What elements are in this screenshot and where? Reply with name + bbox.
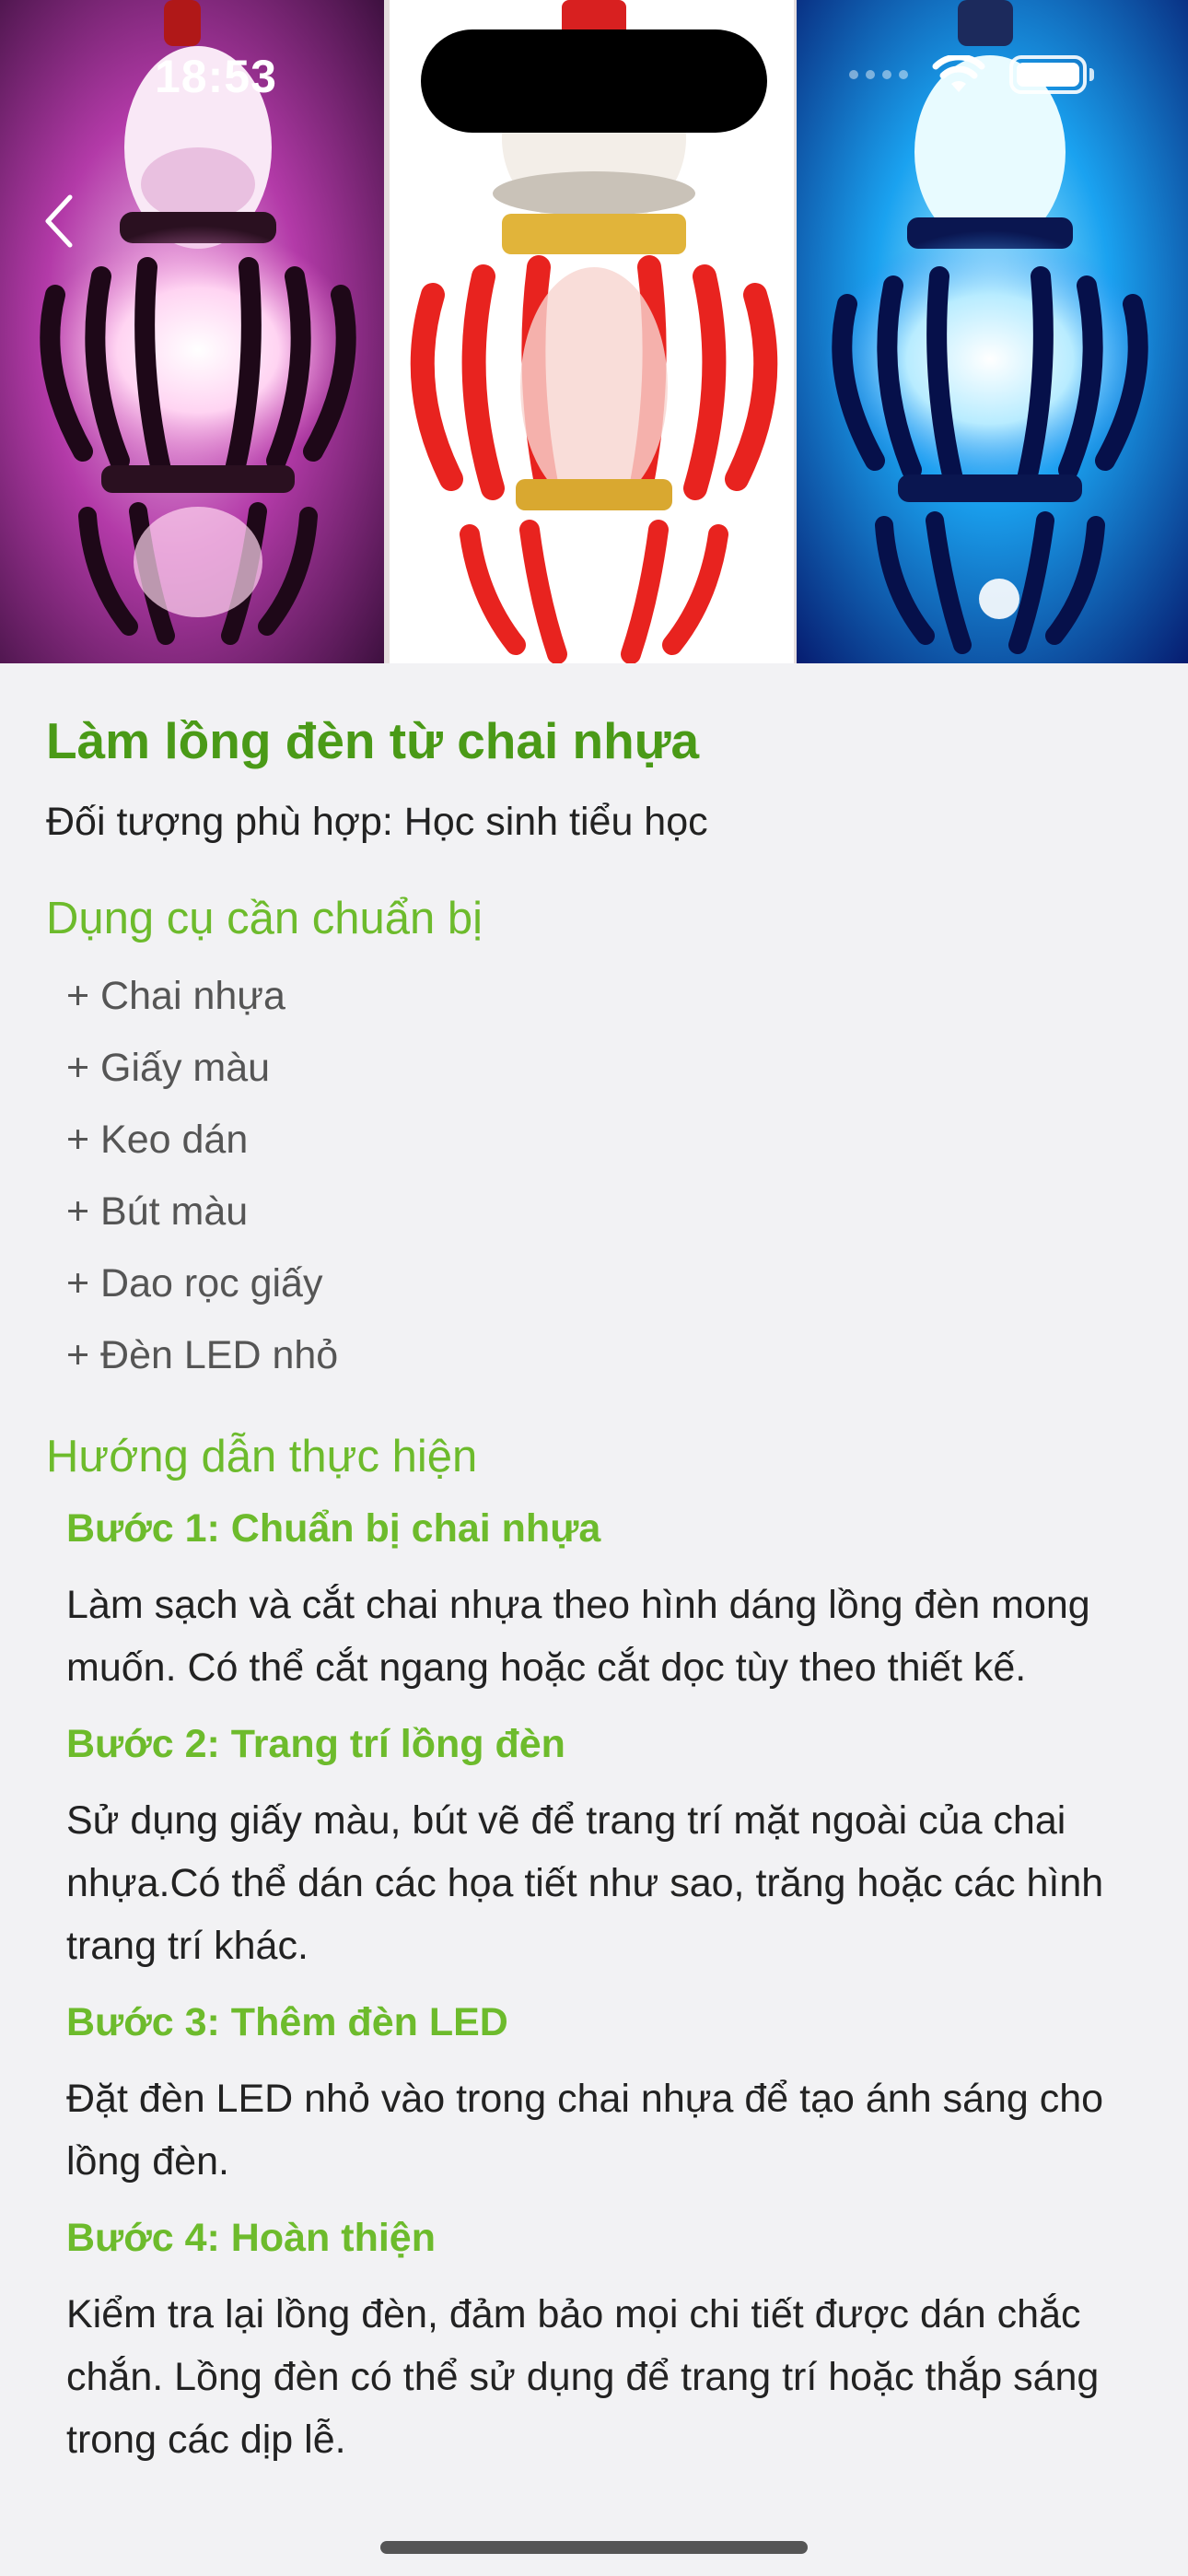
guide-heading: Hướng dẫn thực hiện xyxy=(46,1432,478,1481)
article-title: Làm lồng đèn từ chai nhựa xyxy=(46,712,700,769)
step-description: Đặt đèn LED nhỏ vào trong chai nhựa để t… xyxy=(66,2077,1104,2184)
tool-item: + Dao rọc giấy xyxy=(66,1261,323,1306)
back-button[interactable] xyxy=(31,184,87,258)
article-content: Làm lồng đèn từ chai nhựa Đối tượng phù … xyxy=(0,663,1188,2471)
cellular-signal-icon xyxy=(849,70,908,79)
step-title: Bước 2: Trang trí lồng đèn xyxy=(66,1722,565,1766)
tool-list: + Chai nhựa + Giấy màu + Keo dán + Bút m… xyxy=(46,960,1142,1391)
tool-item: + Bút màu xyxy=(66,1189,249,1234)
tool-item: + Đèn LED nhỏ xyxy=(66,1333,339,1377)
status-time: 18:53 xyxy=(155,51,277,102)
audience-text: Đối tượng phù hợp: Học sinh tiểu học xyxy=(46,800,708,844)
chevron-left-icon xyxy=(45,194,73,248)
tool-item: + Giấy màu xyxy=(66,1046,271,1090)
step-title: Bước 3: Thêm đèn LED xyxy=(66,2000,508,2044)
step-description: Kiểm tra lại lồng đèn, đảm bảo mọi chi t… xyxy=(66,2292,1100,2462)
tools-heading: Dụng cụ cần chuẩn bị xyxy=(46,894,483,943)
home-indicator[interactable] xyxy=(380,2541,808,2554)
dynamic-island xyxy=(421,29,767,133)
step-title: Bước 4: Hoàn thiện xyxy=(66,2216,436,2260)
tool-item: + Chai nhựa xyxy=(66,974,285,1018)
screen: 18:53 Làm lồng đèn từ chai nhựa Đối tượn… xyxy=(0,0,1188,2576)
step-title: Bước 1: Chuẩn bị chai nhựa xyxy=(66,1506,601,1551)
step-description: Làm sạch và cắt chai nhựa theo hình dáng… xyxy=(66,1583,1090,1690)
wifi-icon xyxy=(932,55,985,92)
status-icons xyxy=(849,55,1094,94)
tool-item: + Keo dán xyxy=(66,1118,249,1162)
step-description: Sử dụng giấy màu, bút vẽ để trang trí mặ… xyxy=(66,1798,1104,1968)
battery-icon xyxy=(1009,55,1094,94)
